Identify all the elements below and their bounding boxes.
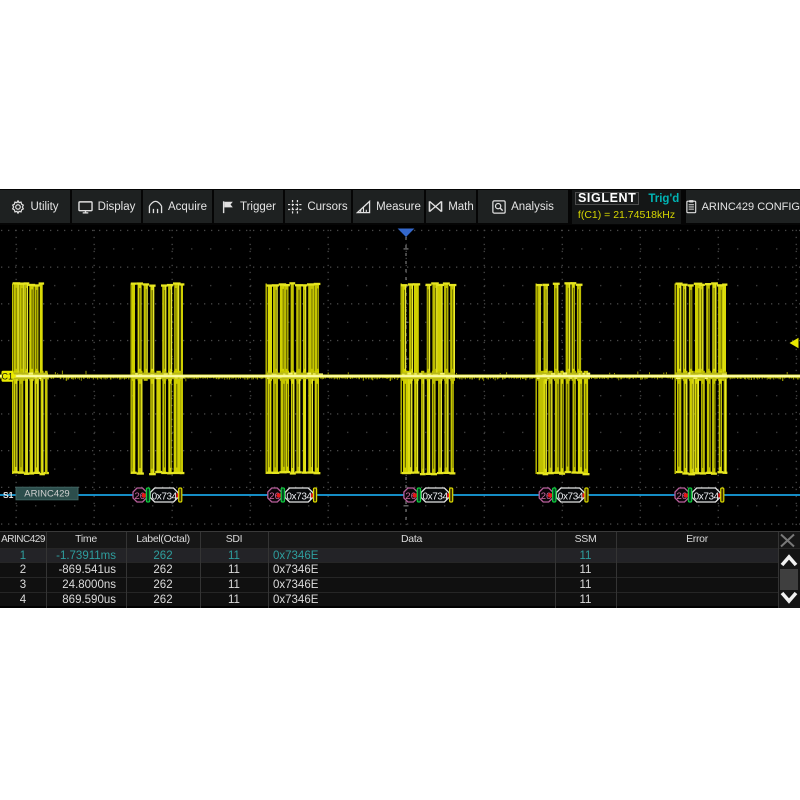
svg-text:0x734: 0x734 [152,491,178,502]
svg-text:C1: C1 [2,372,14,382]
svg-text:0x734: 0x734 [286,491,312,502]
svg-text:0x734: 0x734 [558,491,584,502]
svg-text:0x734: 0x734 [423,491,449,502]
svg-text:S1: S1 [3,490,14,500]
svg-text:ARINC429: ARINC429 [24,488,69,499]
svg-text:0x734: 0x734 [694,491,720,502]
